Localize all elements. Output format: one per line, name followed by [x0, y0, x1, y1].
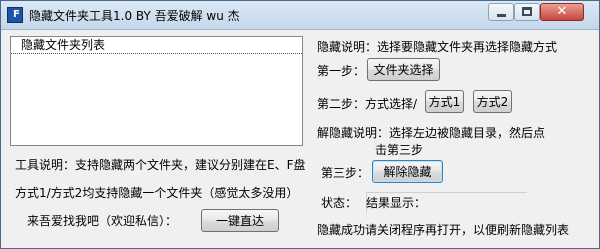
step3-label: 第三步：	[321, 166, 370, 180]
window-title: 隐藏文件夹工具1.0 BY 吾爱破解 wu 杰	[29, 9, 240, 23]
title-bar[interactable]: F 隐藏文件夹工具1.0 BY 吾爱破解 wu 杰 ✕	[1, 1, 599, 30]
result-label: 结果显示：	[366, 196, 427, 210]
minimize-button[interactable]	[488, 3, 514, 21]
contact-label: 来吾爱找我吧（欢迎私信）：	[27, 214, 178, 228]
method2-button[interactable]: 方式2	[473, 90, 512, 113]
unhide-description: 解隐藏说明：选择左边被隐藏目录，然后点	[317, 126, 546, 140]
hide-description: 隐藏说明：选择要隐藏文件夹再选择隐藏方式	[317, 40, 558, 54]
maximize-button[interactable]	[514, 3, 540, 21]
app-window: F 隐藏文件夹工具1.0 BY 吾爱破解 wu 杰 ✕ 隐藏文件夹列表 工具说明…	[0, 0, 600, 249]
status-label: 状态：	[321, 196, 358, 210]
select-folder-button[interactable]: 文件夹选择	[367, 58, 440, 81]
tool-description: 工具说明：支持隐藏两个文件夹，建议分别建在E、F盘	[15, 158, 306, 172]
step1-label: 第一步：	[317, 64, 366, 78]
close-icon: ✕	[556, 4, 568, 19]
close-button[interactable]: ✕	[540, 3, 584, 21]
hidden-folder-list[interactable]: 隐藏文件夹列表	[10, 36, 303, 146]
method1-button[interactable]: 方式1	[425, 90, 464, 113]
footer-note: 隐藏成功请关闭程序再打开，以便刷新隐藏列表	[317, 223, 570, 237]
maximize-icon	[522, 7, 532, 16]
unhide-button[interactable]: 解除隐藏	[372, 160, 443, 183]
list-header: 隐藏文件夹列表	[11, 37, 302, 54]
one-click-button[interactable]: 一键直达	[201, 209, 279, 232]
app-icon-glyph: F	[13, 9, 20, 20]
minimize-icon	[497, 14, 506, 17]
method-description: 方式1/方式2均支持隐藏一个文件夹（感觉太多没用）	[15, 186, 299, 200]
step2-label: 第二步：方式选择/	[317, 97, 418, 111]
app-icon[interactable]: F	[7, 7, 23, 23]
unhide-description-cont: 击第三步	[375, 143, 424, 157]
